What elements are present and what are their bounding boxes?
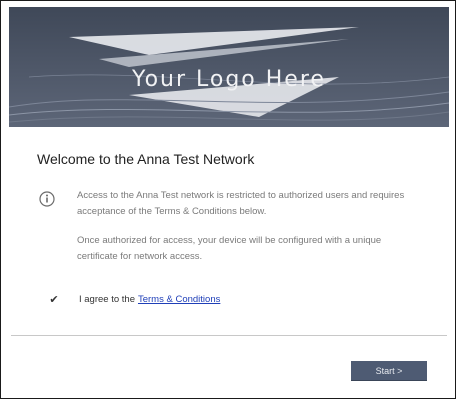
logo-text: Your Logo Here	[132, 67, 326, 92]
access-notice: Access to the Anna Test network is restr…	[77, 190, 405, 217]
agree-label: I agree to the	[79, 293, 135, 305]
terms-link[interactable]: Terms & Conditions	[138, 294, 220, 305]
check-icon: ✔	[49, 293, 59, 306]
divider	[11, 335, 447, 336]
start-button[interactable]: Start >	[351, 361, 427, 381]
info-icon	[39, 191, 55, 207]
certificate-notice: Once authorized for access, your device …	[77, 235, 382, 262]
page-title: Welcome to the Anna Test Network	[37, 151, 255, 167]
logo-banner: Your Logo Here	[9, 7, 449, 127]
agree-checkbox[interactable]: ✔	[47, 292, 61, 306]
portal-window: Your Logo Here Welcome to the Anna Test …	[0, 0, 456, 399]
terms-agreement: ✔ I agree to the Terms & Conditions	[47, 291, 220, 307]
